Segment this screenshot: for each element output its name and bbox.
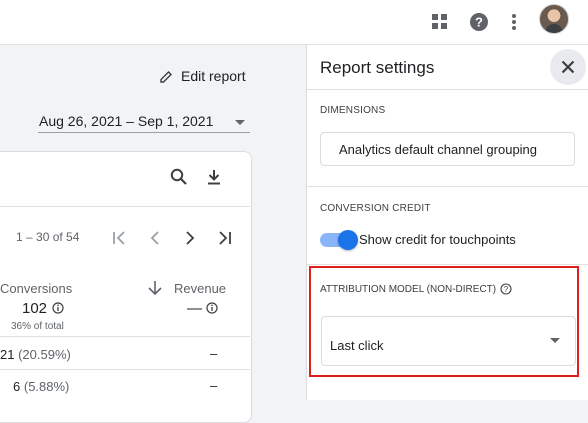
last-page-icon[interactable] bbox=[214, 229, 234, 247]
table-row: 6 (5.88%) bbox=[13, 379, 69, 394]
divider bbox=[0, 336, 250, 337]
column-header-conversions[interactable]: Conversions bbox=[0, 281, 72, 296]
highlight-box bbox=[309, 266, 579, 377]
date-range-text: Aug 26, 2021 – Sep 1, 2021 bbox=[39, 113, 214, 129]
row-share: (20.59%) bbox=[18, 347, 71, 362]
more-vert-icon[interactable] bbox=[502, 0, 526, 44]
avatar[interactable] bbox=[539, 4, 569, 34]
edit-report-button[interactable]: Edit report bbox=[160, 66, 246, 86]
pencil-icon bbox=[160, 70, 172, 83]
apps-grid-icon[interactable] bbox=[428, 0, 452, 44]
info-icon[interactable] bbox=[52, 301, 64, 319]
toggle-knob bbox=[338, 230, 358, 250]
conversions-total: 102 bbox=[22, 300, 48, 317]
report-settings-panel: Report settings DIMENSIONS Analytics def… bbox=[306, 45, 588, 400]
dimension-field[interactable]: Analytics default channel grouping bbox=[320, 132, 575, 166]
edit-report-label: Edit report bbox=[181, 68, 246, 84]
row-share: (5.88%) bbox=[23, 379, 70, 394]
touchpoints-toggle[interactable] bbox=[320, 230, 358, 250]
row-revenue: – bbox=[210, 378, 218, 393]
divider bbox=[307, 264, 588, 265]
column-header-revenue[interactable]: Revenue bbox=[174, 281, 226, 296]
download-icon[interactable] bbox=[205, 168, 223, 191]
dimension-value: Analytics default channel grouping bbox=[339, 142, 538, 157]
row-conversions: 21 bbox=[0, 347, 15, 362]
pagination-text: 1 – 30 of 54 bbox=[16, 230, 80, 244]
date-range-select[interactable]: Aug 26, 2021 – Sep 1, 2021 bbox=[38, 112, 250, 133]
first-page-icon[interactable] bbox=[110, 229, 130, 247]
top-app-bar: ? bbox=[0, 0, 588, 45]
svg-text:?: ? bbox=[475, 15, 483, 30]
info-icon[interactable] bbox=[206, 301, 218, 319]
table-row: 21 (20.59%) bbox=[0, 347, 71, 362]
close-button[interactable] bbox=[550, 49, 586, 85]
divider bbox=[0, 206, 250, 207]
row-conversions: 6 bbox=[13, 379, 21, 394]
sort-down-arrow-icon[interactable] bbox=[147, 280, 163, 301]
row-revenue: – bbox=[210, 346, 218, 361]
search-icon[interactable] bbox=[170, 168, 188, 191]
touchpoints-toggle-label: Show credit for touchpoints bbox=[359, 232, 516, 247]
dimensions-label: DIMENSIONS bbox=[320, 105, 386, 116]
close-icon bbox=[561, 60, 575, 74]
prev-page-icon[interactable] bbox=[145, 229, 165, 247]
next-page-icon[interactable] bbox=[180, 229, 200, 247]
revenue-total: — bbox=[187, 300, 202, 317]
conversion-credit-label: CONVERSION CREDIT bbox=[320, 203, 431, 214]
conversions-share: 36% of total bbox=[11, 321, 64, 332]
chevron-down-icon bbox=[235, 120, 245, 125]
divider bbox=[307, 186, 588, 187]
panel-title: Report settings bbox=[320, 58, 435, 77]
divider bbox=[307, 89, 588, 90]
help-icon[interactable]: ? bbox=[467, 0, 491, 44]
divider bbox=[0, 369, 250, 370]
